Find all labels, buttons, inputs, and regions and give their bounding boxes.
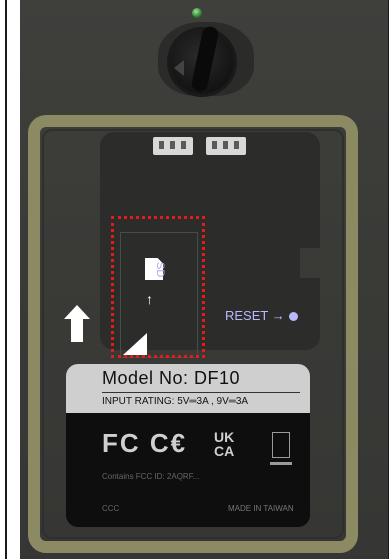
model-divider [102, 392, 300, 393]
device-label-plate: Model No: DF10 INPUT RATING: 5V═3A , 9V═… [66, 364, 310, 527]
knob-pointer-icon [174, 60, 184, 76]
ukca-line-1: UK [214, 429, 235, 445]
ukca-mark: UK CA [214, 430, 234, 458]
connector-pin [212, 141, 217, 149]
reset-text: RESET → [225, 308, 285, 323]
sd-label: SD [154, 262, 166, 278]
led-indicator-icon [192, 8, 202, 18]
arrow-up-stem [71, 318, 83, 342]
connector-left [153, 137, 193, 155]
connector-right [206, 137, 246, 155]
connector-pin [234, 141, 239, 149]
weee-underline [270, 462, 292, 465]
connector-pin [170, 141, 175, 149]
made-in-text: MADE IN TAIWAN [228, 504, 294, 513]
connector-pin [181, 141, 186, 149]
arrow-up-icon [64, 305, 90, 319]
ukca-line-2: CA [214, 443, 235, 459]
connector-pin [159, 141, 164, 149]
fcc-fine-print: Contains FCC ID: 2AQRF... [102, 472, 200, 481]
sd-slot-highlight[interactable] [111, 216, 205, 358]
sd-arrow-up-icon: ↑ [146, 291, 153, 307]
connector-pin [223, 141, 228, 149]
rotary-knob-icon[interactable] [150, 20, 260, 100]
label-small-left-text: CCC [102, 504, 120, 513]
certification-marks: FC C€ [102, 428, 188, 458]
input-rating-text: INPUT RATING: 5V═3A , 9V═3A [102, 396, 249, 407]
reset-button-label[interactable]: RESET → [225, 308, 298, 323]
reset-dot-icon [288, 312, 298, 322]
panel-notch [300, 248, 320, 278]
model-number-text: Model No: DF10 [102, 368, 241, 388]
weee-bin-icon [272, 432, 290, 458]
